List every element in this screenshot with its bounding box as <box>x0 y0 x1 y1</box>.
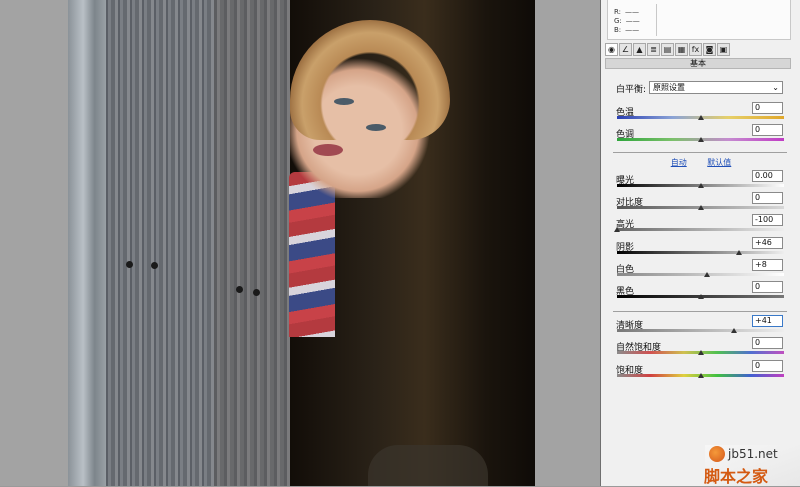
watermark-url: jb51.net <box>728 447 778 461</box>
adjustment-panel: R: —— G: —— B: —— ◉ ∠ ▲ ≣ ▤ ▦ fx ◙ ▣ 基本 白平衡… <box>600 0 800 486</box>
detail-icon[interactable]: ▲ <box>633 43 646 56</box>
value-field-exposure[interactable]: 0.00 <box>752 170 783 182</box>
slider-thumb-saturation[interactable] <box>697 373 704 378</box>
rgb-row-r: R: —— <box>614 8 640 16</box>
divider <box>656 4 657 36</box>
site-logo-icon <box>709 446 725 462</box>
hsl-icon[interactable]: ≣ <box>647 43 660 56</box>
left-eye <box>334 98 354 105</box>
white-balance-value: 原照设置 <box>653 83 685 92</box>
slider-thumb-vibrance[interactable] <box>697 350 704 355</box>
slider-track-clarity[interactable] <box>617 329 784 332</box>
rgb-readout: R: —— G: —— B: —— <box>607 0 791 40</box>
value-field-tint[interactable]: 0 <box>752 124 783 136</box>
default-link[interactable]: 默认值 <box>707 158 731 167</box>
divider <box>613 311 787 312</box>
nail-hole <box>236 286 243 293</box>
slider-thumb-contrast[interactable] <box>697 205 704 210</box>
value-field-highlights[interactable]: -100 <box>752 214 783 226</box>
auto-default-links: 自动 默认值 <box>601 157 800 168</box>
lens-corrections-icon[interactable]: ▦ <box>675 43 688 56</box>
value-field-clarity[interactable]: +41 <box>752 315 783 327</box>
child-mouth <box>313 144 343 156</box>
metal-post <box>68 0 106 486</box>
value-field-whites[interactable]: +8 <box>752 259 783 271</box>
slider-thumb-blacks[interactable] <box>697 294 704 299</box>
image-preview-area[interactable] <box>0 0 600 486</box>
slider-thumb-temperature[interactable] <box>697 115 704 120</box>
divider <box>613 152 787 153</box>
slider-track-whites[interactable] <box>617 273 784 276</box>
photo-canvas[interactable] <box>68 0 535 486</box>
nail-hole <box>151 262 158 269</box>
split-toning-icon[interactable]: ▤ <box>661 43 674 56</box>
value-field-shadows[interactable]: +46 <box>752 237 783 249</box>
rgb-row-b: B: —— <box>614 26 640 34</box>
slider-thumb-exposure[interactable] <box>697 183 704 188</box>
camera-calibration-icon[interactable]: ◙ <box>703 43 716 56</box>
nail-hole <box>253 289 260 296</box>
right-eye <box>366 124 386 131</box>
panel-tabs: ◉ ∠ ▲ ≣ ▤ ▦ fx ◙ ▣ <box>605 43 791 57</box>
value-field-blacks[interactable]: 0 <box>752 281 783 293</box>
value-field-vibrance[interactable]: 0 <box>752 337 783 349</box>
wood-plank <box>214 0 290 486</box>
value-field-temperature[interactable]: 0 <box>752 102 783 114</box>
slider-track-highlights[interactable] <box>617 228 784 231</box>
tone-curve-icon[interactable]: ∠ <box>619 43 632 56</box>
slider-track-shadows[interactable] <box>617 251 784 254</box>
slider-thumb-tint[interactable] <box>697 137 704 142</box>
wood-plank <box>106 0 214 486</box>
value-field-saturation[interactable]: 0 <box>752 360 783 372</box>
foreground-object <box>368 445 488 486</box>
nail-hole <box>126 261 133 268</box>
chevron-down-icon: ⌄ <box>772 83 779 92</box>
panel-title: 基本 <box>605 58 791 69</box>
watermark-name: 脚本之家 <box>704 467 769 486</box>
aperture-icon[interactable]: ◉ <box>605 43 618 56</box>
slider-thumb-highlights[interactable] <box>614 227 620 232</box>
presets-icon[interactable]: ▣ <box>717 43 730 56</box>
slider-thumb-whites[interactable] <box>704 272 711 277</box>
white-balance-select[interactable]: 原照设置 ⌄ <box>649 81 783 94</box>
slider-thumb-shadows[interactable] <box>735 250 742 255</box>
fx-icon[interactable]: fx <box>689 43 702 56</box>
white-balance-label: 白平衡: <box>616 85 647 95</box>
auto-link[interactable]: 自动 <box>671 158 687 167</box>
rgb-row-g: G: —— <box>614 17 640 25</box>
value-field-contrast[interactable]: 0 <box>752 192 783 204</box>
slider-thumb-clarity[interactable] <box>730 328 737 333</box>
